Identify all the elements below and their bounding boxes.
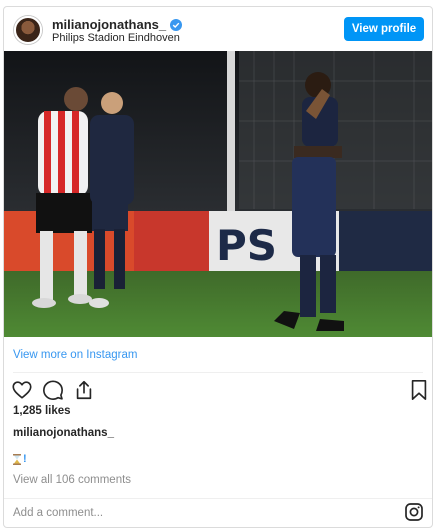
view-more-link[interactable]: View more on Instagram	[13, 349, 137, 361]
share-icon[interactable]	[73, 379, 97, 403]
bookmark-icon[interactable]	[409, 379, 432, 403]
caption-username[interactable]: milianojonathans_	[13, 427, 114, 439]
view-profile-button[interactable]: View profile	[344, 17, 424, 41]
view-all-comments-link[interactable]: View all 106 comments	[13, 474, 131, 486]
username-row: milianojonathans_	[52, 17, 183, 32]
post-photo[interactable]: PS	[4, 51, 432, 337]
likes-count[interactable]: 1,285 likes	[13, 405, 71, 417]
post-header: milianojonathans_ Philips Stadion Eindho…	[4, 7, 432, 51]
comment-icon[interactable]	[42, 379, 66, 403]
caption-text: !	[13, 453, 27, 465]
hourglass-icon	[13, 453, 21, 465]
action-bar	[11, 379, 427, 403]
instagram-embed: milianojonathans_ Philips Stadion Eindho…	[3, 6, 433, 528]
divider	[4, 498, 432, 499]
username-link[interactable]: milianojonathans_	[52, 17, 166, 32]
divider	[13, 372, 423, 373]
caption-mark: !	[23, 453, 27, 465]
instagram-logo-icon[interactable]	[405, 503, 423, 521]
add-comment-link[interactable]: Add a comment...	[13, 507, 103, 519]
svg-text:PS: PS	[216, 221, 277, 270]
location-link[interactable]: Philips Stadion Eindhoven	[52, 32, 180, 44]
verified-badge-icon	[170, 18, 183, 31]
heart-icon[interactable]	[11, 379, 35, 403]
avatar[interactable]	[14, 16, 42, 44]
